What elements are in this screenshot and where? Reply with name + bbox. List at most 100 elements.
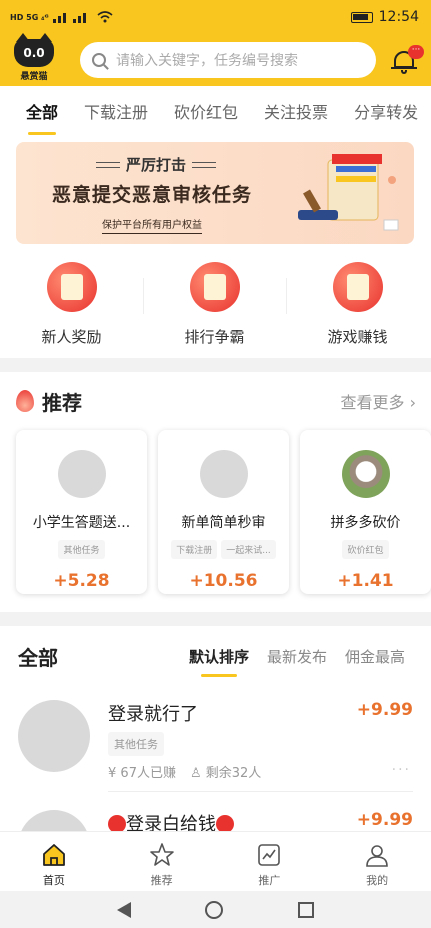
card-tags: 下载注册 一起来试... [171,540,276,559]
app-header: 0.0 悬赏猫 请输入关键字，任务编号搜索 ··· [0,32,431,86]
tab-share-forward[interactable]: 分享转发 [354,99,418,123]
rank-chart-icon [189,262,240,312]
recommend-card[interactable]: 小学生答题送... 其他任务 +5.28 [16,430,147,594]
card-tag: 砍价红包 [342,540,389,559]
recent-apps-icon[interactable] [297,901,314,918]
task-title: 登录就行了 [108,704,198,725]
yen-icon: ¥ [108,766,117,781]
search-input[interactable]: 请输入关键字，任务编号搜索 [80,42,376,78]
user-icon [366,845,388,867]
avatar [199,450,248,498]
recommend-card[interactable]: 拼多多砍价 砍价红包 +1.41 [300,430,431,594]
recommend-section: 推荐 查看更多 › 小学生答题送... 其他任务 +5.28 新单简单秒审 下载… [0,372,431,612]
quick-link-ranking[interactable]: 排行争霸 [143,256,286,356]
more-options-icon[interactable]: ··· [392,762,411,778]
sort-commission[interactable]: 佣金最高 [345,646,405,667]
category-tabs: 全部 下载注册 砍价红包 关注投票 分享转发 [0,86,431,136]
person-icon: ♙ [189,766,202,781]
search-placeholder: 请输入关键字，任务编号搜索 [116,53,298,69]
quick-link-label: 游戏赚钱 [327,328,388,346]
remaining-count: ♙ 剩余32人 [190,762,261,781]
avatar [18,700,90,772]
all-tasks-title: 全部 [18,646,58,670]
tab-download-register[interactable]: 下载注册 [84,99,148,123]
bottom-tab-bar: 首页 推荐 推广 我的 [0,831,431,891]
remaining-text: 剩余32人 [205,766,262,781]
sort-tabs: 默认排序 最新发布 佣金最高 [189,646,405,677]
tab-mine[interactable]: 我的 [323,832,431,891]
recommend-cards: 小学生答题送... 其他任务 +5.28 新单简单秒审 下载注册 一起来试...… [16,430,431,594]
tab-label: 推广 [258,874,281,887]
card-title: 拼多多砍价 [330,515,401,531]
star-icon [149,843,174,866]
quick-link-newbie-reward[interactable]: 新人奖励 [0,256,143,356]
card-price: +10.56 [189,571,258,591]
all-tasks-section: 全部 默认排序 最新发布 佣金最高 登录就行了 +9.99 其他任务 ¥ 67人… [0,626,431,882]
card-tag: 一起来试... [221,540,276,559]
chevron-right-icon: › [409,393,416,412]
status-right: 12:54 [350,9,419,25]
notification-button[interactable]: ··· [390,45,424,75]
card-price: +5.28 [53,571,110,591]
system-nav-bar [0,891,431,928]
tab-all[interactable]: 全部 [26,99,58,135]
notification-badge: ··· [408,45,424,59]
card-tag: 其他任务 [58,540,105,559]
quick-link-label: 排行争霸 [184,328,245,346]
task-tag: 其他任务 [108,732,164,756]
quick-link-game-earn[interactable]: 游戏赚钱 [286,256,429,356]
tab-home[interactable]: 首页 [0,832,108,891]
card-tag: 下载注册 [171,540,218,559]
task-price: +9.99 [356,700,413,720]
avatar [341,450,390,498]
tab-bargain-redpacket[interactable]: 砍价红包 [174,99,238,123]
signal-indicators: HD 5G ₄ᴳ [10,11,113,23]
bell-icon-clapper [401,70,407,74]
search-icon [92,53,106,67]
tab-recommend[interactable]: 推荐 [108,832,216,891]
home-icon [42,844,65,866]
tab-label: 推荐 [150,874,173,887]
back-icon[interactable] [117,901,132,918]
network-label: HD 5G ₄ᴳ [10,12,49,22]
cat-logo-icon: 0.0 [14,32,54,67]
tab-label: 我的 [366,874,389,887]
earned-count: ¥ 67人已赚 [108,762,176,781]
view-more-label: 查看更多 [340,393,405,412]
recommend-title: 推荐 [42,390,82,415]
gavel-books-illustration [298,154,399,231]
banner-title: 严厉打击 [95,156,217,174]
fire-icon [16,390,34,412]
quick-links: 新人奖励 排行争霸 游戏赚钱 [0,256,431,356]
task-meta: ¥ 67人已赚 ♙ 剩余32人 [108,762,261,781]
banner-headline: 恶意提交恶意审核任务 [52,184,253,206]
recommend-header: 推荐 查看更多 › [16,386,416,416]
tab-promote[interactable]: 推广 [216,832,324,891]
wifi-icon [97,11,113,23]
card-tags: 其他任务 [58,540,105,559]
task-list-item[interactable]: 登录就行了 +9.99 其他任务 ¥ 67人已赚 ♙ 剩余32人 ··· [18,700,413,800]
recommend-card[interactable]: 新单简单秒审 下载注册 一起来试... +10.56 [158,430,289,594]
view-more-link[interactable]: 查看更多 › [340,389,416,413]
battery-icon [350,11,373,23]
sort-newest[interactable]: 最新发布 [267,646,327,667]
card-price: +1.41 [337,571,394,591]
quick-link-label: 新人奖励 [41,328,102,346]
banner-subtitle: 保护平台所有用户权益 [102,216,202,234]
tab-label: 首页 [42,874,65,887]
tab-follow-vote[interactable]: 关注投票 [264,99,328,123]
app-logo: 0.0 悬赏猫 [10,32,58,84]
clock: 12:54 [378,9,419,25]
signal-icon [52,13,86,23]
gift-list-icon [46,262,97,312]
sort-default[interactable]: 默认排序 [189,646,249,677]
top-section: 严厉打击 恶意提交恶意审核任务 保护平台所有用户权益 新人奖励 排行争霸 游戏赚… [0,136,431,358]
card-title: 小学生答题送... [32,515,131,531]
avatar [57,450,106,498]
divider [108,791,413,792]
promo-banner[interactable]: 严厉打击 恶意提交恶意审核任务 保护平台所有用户权益 [16,142,414,244]
task-price: +9.99 [356,810,413,830]
gamepad-icon [332,262,383,312]
home-circle-icon[interactable] [205,900,224,919]
logo-text: 悬赏猫 [20,71,48,82]
